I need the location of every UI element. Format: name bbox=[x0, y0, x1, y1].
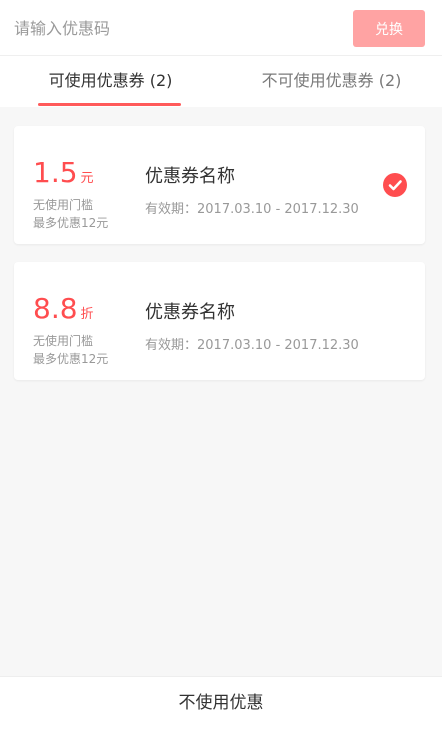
coupon-card[interactable]: 1.5 元 无使用门槛 最多优惠12元 优惠券名称 有效期：2017.03.10 … bbox=[14, 126, 425, 244]
coupon-amount: 8.8 bbox=[33, 292, 78, 325]
coupon-card[interactable]: 8.8 折 无使用门槛 最多优惠12元 优惠券名称 有效期：2017.03.10 … bbox=[14, 262, 425, 380]
coupon-name: 优惠券名称 bbox=[145, 166, 235, 187]
coupon-validity: 有效期：2017.03.10 - 2017.12.30 bbox=[145, 202, 359, 217]
coupon-tabs: 可使用优惠券 (2) 不可使用优惠券 (2) bbox=[0, 56, 442, 107]
active-tab-indicator bbox=[38, 103, 181, 106]
tab-unavailable[interactable]: 不可使用优惠券 (2) bbox=[221, 56, 442, 107]
coupon-validity: 有效期：2017.03.10 - 2017.12.30 bbox=[145, 338, 359, 353]
check-circle-icon[interactable] bbox=[383, 173, 407, 197]
no-coupon-button[interactable]: 不使用优惠 bbox=[0, 676, 442, 730]
coupon-unit: 折 bbox=[80, 307, 94, 322]
tab-available[interactable]: 可使用优惠券 (2) bbox=[0, 56, 221, 107]
redeem-button[interactable]: 兑换 bbox=[353, 10, 425, 47]
coupon-max-discount: 最多优惠12元 bbox=[33, 352, 109, 366]
redeem-bar: 兑换 bbox=[0, 0, 442, 56]
coupon-threshold: 无使用门槛 bbox=[33, 198, 94, 212]
coupon-value: 8.8 折 bbox=[33, 292, 94, 325]
coupon-code-input[interactable] bbox=[14, 12, 334, 44]
coupon-amount: 1.5 bbox=[33, 156, 78, 189]
coupon-threshold: 无使用门槛 bbox=[33, 334, 94, 348]
coupon-name: 优惠券名称 bbox=[145, 302, 235, 323]
coupon-unit: 元 bbox=[80, 171, 94, 186]
coupon-value: 1.5 元 bbox=[33, 156, 94, 189]
coupon-max-discount: 最多优惠12元 bbox=[33, 216, 109, 230]
